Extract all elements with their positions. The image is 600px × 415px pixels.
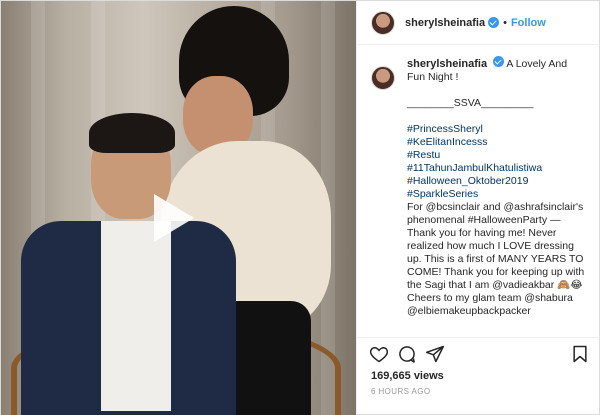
avatar[interactable] bbox=[371, 66, 395, 90]
instagram-post: sherylsheinafia • Follow sherylsheinafia… bbox=[0, 0, 600, 415]
post-header: sherylsheinafia • Follow bbox=[357, 1, 600, 45]
share-icon[interactable] bbox=[425, 344, 445, 364]
post-timestamp: 6 HOURS AGO bbox=[371, 387, 431, 396]
caption-body: For @bcsinclair and @ashrafsinclair's ph… bbox=[407, 201, 585, 317]
caption-area: sherylsheinafia A Lovely And Fun Night !… bbox=[357, 46, 600, 336]
hashtag-link[interactable]: #11TahunJambulKhatulistiwa bbox=[407, 162, 588, 175]
hashtag-link[interactable]: #Restu bbox=[407, 149, 588, 162]
man-figure bbox=[21, 111, 236, 415]
hashtag-link[interactable]: #KeElitanIncesss bbox=[407, 136, 588, 149]
follow-button[interactable]: Follow bbox=[511, 17, 546, 29]
caption: sherylsheinafia A Lovely And Fun Night !… bbox=[407, 56, 588, 336]
post-video[interactable] bbox=[1, 1, 356, 415]
hashtag-link[interactable]: #SparkleSeries bbox=[407, 188, 588, 201]
verified-badge-icon bbox=[493, 56, 505, 67]
heart-icon[interactable] bbox=[369, 344, 389, 364]
verified-badge-icon bbox=[488, 17, 500, 28]
caption-line: ________SSVA_________ bbox=[407, 97, 534, 109]
view-count: 169,665 views bbox=[371, 370, 444, 382]
comment-icon[interactable] bbox=[397, 344, 417, 364]
post-side-panel: sherylsheinafia • Follow sherylsheinafia… bbox=[356, 1, 600, 415]
bookmark-icon[interactable] bbox=[570, 344, 590, 364]
white-shirt bbox=[101, 221, 171, 411]
hashtag-link[interactable]: #Halloween_Oktober2019 bbox=[407, 175, 588, 188]
action-bar bbox=[357, 337, 600, 369]
man-hair bbox=[89, 113, 175, 153]
avatar[interactable] bbox=[371, 10, 395, 35]
header-username[interactable]: sherylsheinafia bbox=[405, 17, 485, 29]
hashtag-link[interactable]: #PrincessSheryl bbox=[407, 123, 588, 136]
separator-dot: • bbox=[503, 16, 507, 29]
caption-username[interactable]: sherylsheinafia bbox=[407, 58, 487, 70]
play-icon[interactable] bbox=[154, 194, 194, 242]
